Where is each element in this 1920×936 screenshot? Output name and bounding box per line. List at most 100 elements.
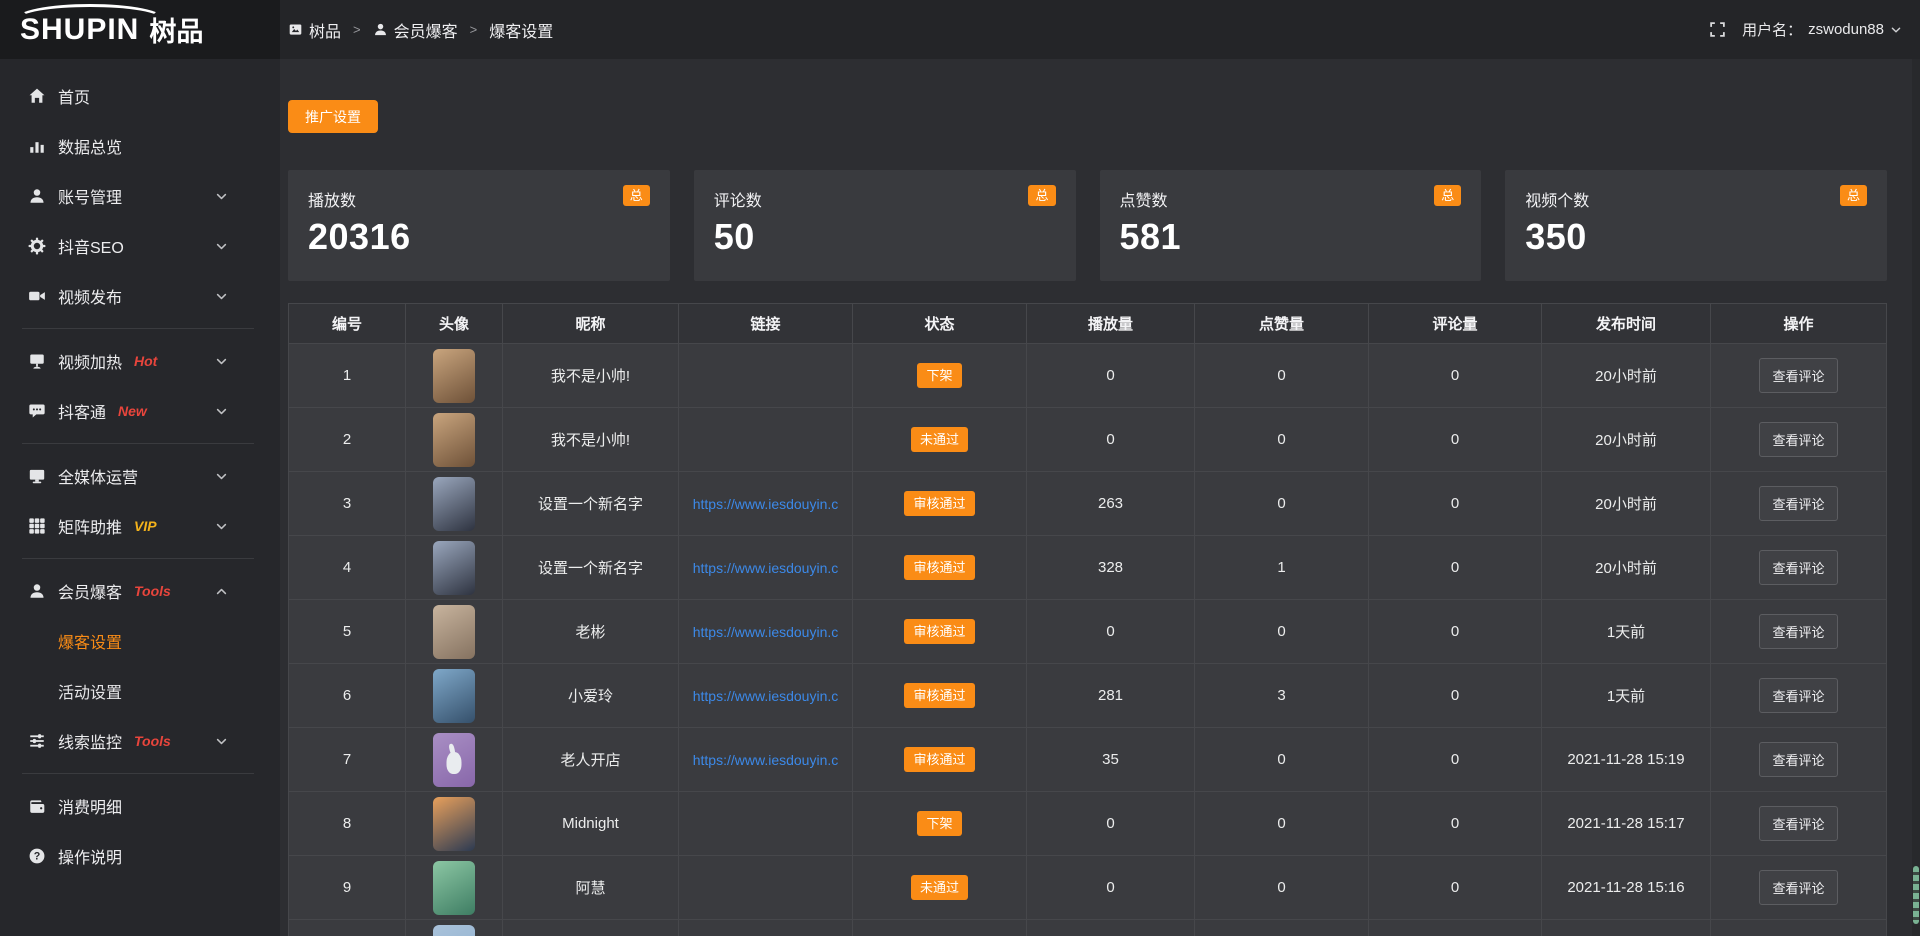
view-comments-button[interactable]: 查看评论 <box>1759 422 1837 457</box>
table-row: 2我不是小帅!未通过00020小时前查看评论 <box>289 408 1887 472</box>
avatar <box>433 733 475 787</box>
view-comments-button[interactable]: 查看评论 <box>1759 486 1837 521</box>
videos-table: 编号头像昵称链接状态播放量点赞量评论量发布时间操作1我不是小帅!下架00020小… <box>288 303 1887 936</box>
view-comments-button[interactable]: 查看评论 <box>1759 742 1837 777</box>
status-cell: 审核通过 <box>853 600 1027 664</box>
avatar-cell <box>406 792 503 856</box>
video-link[interactable]: https://www.iesdouyin.c <box>687 752 845 768</box>
sidebar-divider <box>22 328 254 329</box>
fullscreen-icon[interactable] <box>1709 21 1726 38</box>
likes-cell: 0 <box>1195 792 1369 856</box>
sidebar-item-label: 线索监控 <box>58 729 122 753</box>
stat-label: 视频个数 <box>1525 187 1867 211</box>
sidebar-item-video-heating[interactable]: 视频加热Hot <box>0 336 280 386</box>
sidebar-item-matrix-boost[interactable]: 矩阵助推VIP <box>0 501 280 551</box>
status-badge: 未通过 <box>911 875 968 901</box>
table-header-row: 编号头像昵称链接状态播放量点赞量评论量发布时间操作 <box>289 304 1887 344</box>
app-logo[interactable]: SHUPIN 树品 <box>0 0 280 59</box>
comments-cell <box>1369 920 1542 936</box>
sidebar-item-member-baoke[interactable]: 会员爆客Tools <box>0 566 280 616</box>
sidebar-subitem-activity-settings[interactable]: 活动设置 <box>0 666 280 716</box>
sidebar-item-label: 首页 <box>58 84 90 108</box>
view-comments-button[interactable]: 查看评论 <box>1759 678 1837 713</box>
view-comments-button[interactable]: 查看评论 <box>1759 358 1837 393</box>
username: zswodun88 <box>1808 21 1884 38</box>
sidebar-item-account-management[interactable]: 账号管理 <box>0 171 280 221</box>
avatar-cell <box>406 408 503 472</box>
link-cell <box>679 344 853 408</box>
nickname-cell: 我不是小帅! <box>503 408 679 472</box>
sidebar-item-video-publish[interactable]: 视频发布 <box>0 271 280 321</box>
view-comments-button[interactable]: 查看评论 <box>1759 870 1837 905</box>
likes-cell: 0 <box>1195 472 1369 536</box>
view-comments-button[interactable]: 查看评论 <box>1759 806 1837 841</box>
breadcrumb-item-baoke-settings[interactable]: 爆客设置 <box>489 18 553 42</box>
video-link[interactable]: https://www.iesdouyin.c <box>687 560 845 576</box>
avatar <box>433 477 475 531</box>
stat-value: 350 <box>1525 216 1867 258</box>
column-header: 点赞量 <box>1195 304 1369 344</box>
chart-icon <box>28 137 46 155</box>
svg-text:?: ? <box>34 851 41 863</box>
status-badge: 下架 <box>917 363 961 389</box>
likes-cell: 1 <box>1195 536 1369 600</box>
comments-cell: 0 <box>1369 472 1542 536</box>
row-id-cell: 8 <box>289 792 406 856</box>
table-row: 10 <box>289 920 1887 936</box>
table-row: 4设置一个新名字https://www.iesdouyin.c审核通过32810… <box>289 536 1887 600</box>
avatar <box>433 413 475 467</box>
table-row: 8Midnight下架0002021-11-28 15:17查看评论 <box>289 792 1887 856</box>
status-cell: 审核通过 <box>853 472 1027 536</box>
nickname-cell: 设置一个新名字 <box>503 536 679 600</box>
video-link[interactable]: https://www.iesdouyin.c <box>687 688 845 704</box>
table-row: 1我不是小帅!下架00020小时前查看评论 <box>289 344 1887 408</box>
avatar <box>433 925 475 936</box>
chevron-down-icon <box>215 520 228 533</box>
sidebar-item-douyin-seo[interactable]: 抖音SEO <box>0 221 280 271</box>
breadcrumb-item-shupin[interactable]: 树品 <box>288 18 341 42</box>
table-row: 9阿慧未通过0002021-11-28 15:16查看评论 <box>289 856 1887 920</box>
scrollbar-thumb[interactable] <box>1913 866 1919 924</box>
user-menu[interactable]: 用户名： zswodun88 <box>1742 19 1902 40</box>
avatar-cell <box>406 536 503 600</box>
sidebar-item-label: 抖音SEO <box>58 234 124 258</box>
crumb-app-icon <box>288 22 303 37</box>
avatar <box>433 349 475 403</box>
video-link[interactable]: https://www.iesdouyin.c <box>687 624 845 640</box>
sidebar-item-data-overview[interactable]: 数据总览 <box>0 121 280 171</box>
column-header: 操作 <box>1711 304 1887 344</box>
nickname-cell: 我不是小帅! <box>503 344 679 408</box>
publish-time-cell: 20小时前 <box>1542 536 1711 600</box>
sidebar-subitem-baoke-settings[interactable]: 爆客设置 <box>0 616 280 666</box>
column-header: 评论量 <box>1369 304 1542 344</box>
publish-time-cell: 2021-11-28 15:19 <box>1542 728 1711 792</box>
breadcrumb-item-member-baoke[interactable]: 会员爆客 <box>373 18 458 42</box>
breadcrumb: 树品>会员爆客>爆客设置 <box>288 18 553 42</box>
row-id-cell: 1 <box>289 344 406 408</box>
sidebar-item-omni-media[interactable]: 全媒体运营 <box>0 451 280 501</box>
column-header: 头像 <box>406 304 503 344</box>
grid-icon <box>28 517 46 535</box>
sidebar-item-clue-monitor[interactable]: 线索监控Tools <box>0 716 280 766</box>
column-header: 昵称 <box>503 304 679 344</box>
promo-settings-button[interactable]: 推广设置 <box>288 100 378 133</box>
view-comments-button[interactable]: 查看评论 <box>1759 550 1837 585</box>
sidebar-item-home[interactable]: 首页 <box>0 71 280 121</box>
view-comments-button[interactable]: 查看评论 <box>1759 614 1837 649</box>
sliders-icon <box>28 732 46 750</box>
comments-cell: 0 <box>1369 792 1542 856</box>
video-link[interactable]: https://www.iesdouyin.c <box>687 496 845 512</box>
nickname-cell: 老彬 <box>503 600 679 664</box>
sidebar-item-consumption-detail[interactable]: 消费明细 <box>0 781 280 831</box>
breadcrumb-separator: > <box>468 22 480 37</box>
sidebar-item-douketong[interactable]: 抖客通New <box>0 386 280 436</box>
publish-time-cell: 1天前 <box>1542 664 1711 728</box>
status-badge: 审核通过 <box>904 491 974 517</box>
sidebar-item-operation-guide[interactable]: ?操作说明 <box>0 831 280 881</box>
plays-cell: 0 <box>1027 792 1195 856</box>
nickname-cell: 阿慧 <box>503 856 679 920</box>
comments-cell: 0 <box>1369 408 1542 472</box>
action-cell: 查看评论 <box>1711 792 1887 856</box>
scrollbar-track[interactable] <box>1912 59 1920 936</box>
sidebar-item-label: 全媒体运营 <box>58 464 138 488</box>
